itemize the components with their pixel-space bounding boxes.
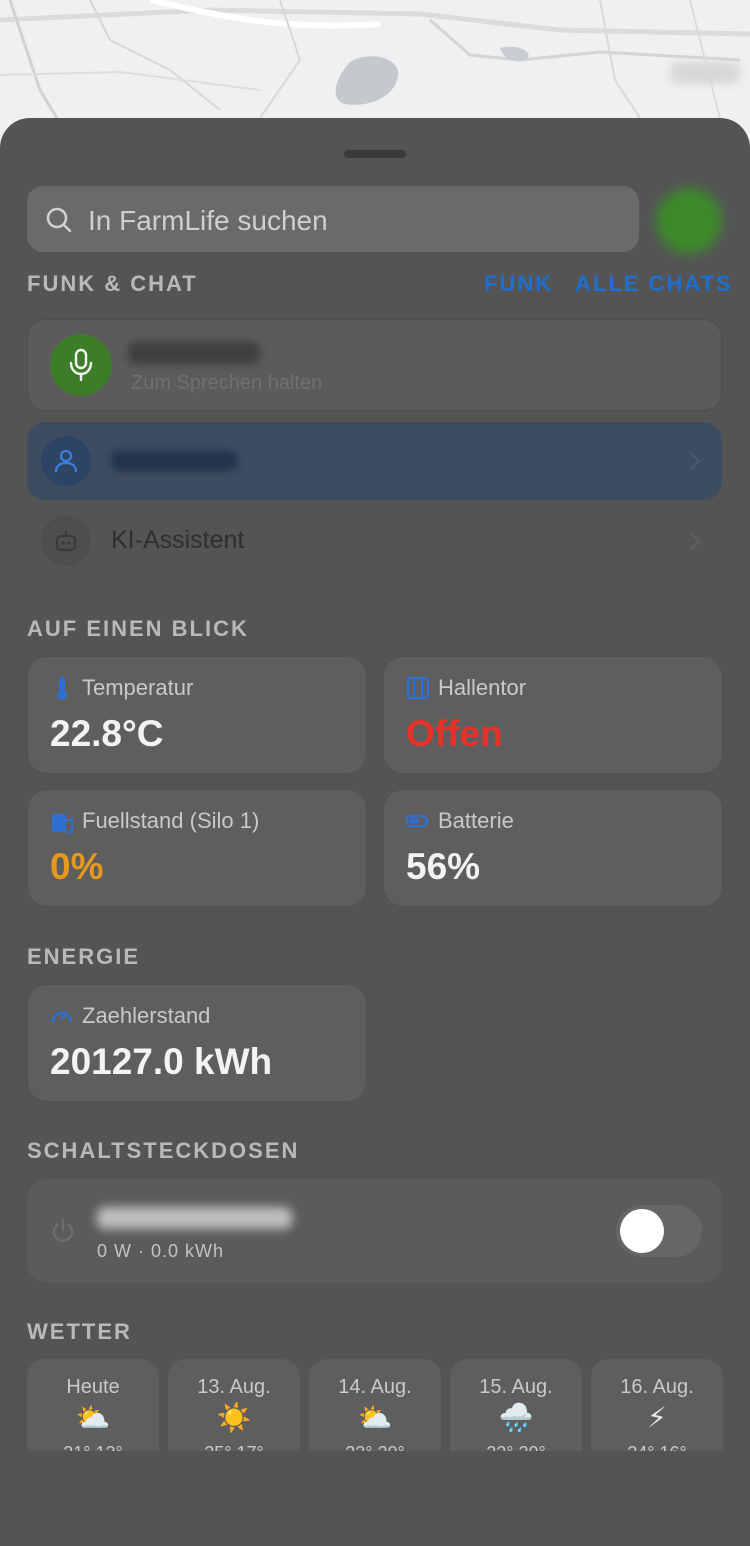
weather-forecast-strip[interactable]: Heute ⛅ 21° 13° 13. Aug. ☀️ 25° 17° 14. … <box>27 1359 750 1451</box>
socket-usage: 0 W · 0.0 kWh <box>97 1241 225 1261</box>
lightning-icon: ⚡ <box>647 1402 667 1433</box>
thermometer-icon <box>57 677 67 700</box>
person-icon <box>54 449 78 473</box>
socket-name <box>97 1207 292 1229</box>
weather-day-label: 14. Aug. <box>338 1376 412 1398</box>
tile-value: 0% <box>50 846 104 887</box>
tile-value: 56% <box>406 846 481 887</box>
tile-battery[interactable]: Batterie 56% <box>383 789 723 907</box>
sheet-grabber[interactable] <box>344 150 406 158</box>
weather-day-label: Heute <box>66 1376 120 1398</box>
all-chats-link[interactable]: ALLE CHATS <box>575 271 733 297</box>
partly-cloudy-icon: ⛅ <box>75 1402 111 1433</box>
tile-label: Fuellstand (Silo 1) <box>82 808 260 833</box>
robot-icon <box>55 531 77 552</box>
tile-gate[interactable]: Hallentor Offen <box>383 656 723 774</box>
funk-link[interactable]: FUNK <box>484 271 553 297</box>
toggle-knob <box>620 1209 664 1253</box>
weather-temps: 22° 20° <box>309 1443 441 1451</box>
tile-value: 20127.0 kWh <box>50 1041 273 1082</box>
contact-name <box>111 451 237 471</box>
ai-assistant-label: KI-Assistent <box>111 526 245 554</box>
chevron-right-icon <box>689 451 701 471</box>
microphone-icon <box>69 348 93 382</box>
section-title-funk-chat: FUNK & CHAT <box>27 271 198 296</box>
power-icon <box>52 1218 74 1242</box>
weather-temps: 25° 17° <box>168 1443 300 1451</box>
silo-icon <box>52 814 74 834</box>
funk-channel-name <box>128 342 260 364</box>
tile-value: 22.8°C <box>50 713 164 754</box>
rain-icon: 🌧️ <box>498 1402 534 1433</box>
tile-meter[interactable]: Zaehlerstand 20127.0 kWh <box>27 984 367 1102</box>
push-to-talk-button[interactable] <box>50 334 112 396</box>
bottom-sheet: In FarmLife suchen FUNK & CHAT FUNK ALLE… <box>0 118 750 1546</box>
map-scale-label <box>670 62 740 84</box>
weather-temps: 21° 13° <box>27 1443 159 1451</box>
section-title-sockets: SCHALTSTECKDOSEN <box>27 1138 300 1163</box>
weather-day[interactable]: 15. Aug. 🌧️ 22° 20° <box>450 1359 582 1451</box>
chevron-right-icon <box>689 531 701 551</box>
section-title-energy: ENERGIE <box>27 944 141 969</box>
weather-day[interactable]: Heute ⛅ 21° 13° <box>27 1359 159 1451</box>
weather-day-label: 13. Aug. <box>197 1376 271 1398</box>
avatar[interactable] <box>656 188 722 254</box>
partly-cloudy-icon: ⛅ <box>357 1402 393 1433</box>
tile-label: Zaehlerstand <box>82 1003 211 1028</box>
search-bar[interactable]: In FarmLife suchen <box>27 186 639 252</box>
search-icon <box>46 207 72 233</box>
weather-temps: 22° 20° <box>450 1443 582 1451</box>
section-title-weather: WETTER <box>27 1319 132 1344</box>
tile-label: Hallentor <box>438 675 527 700</box>
weather-day-label: 15. Aug. <box>479 1376 553 1398</box>
funk-hint: Zum Sprechen halten <box>131 372 323 394</box>
tile-label: Batterie <box>438 808 514 833</box>
weather-temps: 24° 16° <box>591 1443 723 1451</box>
battery-icon <box>406 814 429 828</box>
chat-row-ai-assistant[interactable]: KI-Assistent <box>27 502 722 580</box>
chat-row-contact[interactable] <box>27 422 722 500</box>
sun-icon: ☀️ <box>216 1402 252 1433</box>
tile-label: Temperatur <box>82 675 194 700</box>
weather-day[interactable]: 14. Aug. ⛅ 22° 20° <box>309 1359 441 1451</box>
gate-icon <box>406 676 430 700</box>
tile-value: Offen <box>406 713 503 754</box>
person-icon-wrap <box>41 436 91 486</box>
search-input[interactable]: In FarmLife suchen <box>88 205 328 237</box>
gauge-icon <box>51 1011 73 1024</box>
funk-card[interactable]: Zum Sprechen halten <box>27 319 722 411</box>
weather-day[interactable]: 13. Aug. ☀️ 25° 17° <box>168 1359 300 1451</box>
weather-day[interactable]: 16. Aug. ⚡ 24° 16° <box>591 1359 723 1451</box>
socket-toggle[interactable] <box>616 1205 702 1257</box>
section-title-glance: AUF EINEN BLICK <box>27 616 249 641</box>
robot-icon-wrap <box>41 516 91 566</box>
weather-day-label: 16. Aug. <box>620 1376 694 1398</box>
socket-card[interactable]: 0 W · 0.0 kWh <box>27 1179 722 1283</box>
tile-silo-level[interactable]: Fuellstand (Silo 1) 0% <box>27 789 367 907</box>
tile-temperature[interactable]: Temperatur 22.8°C <box>27 656 367 774</box>
